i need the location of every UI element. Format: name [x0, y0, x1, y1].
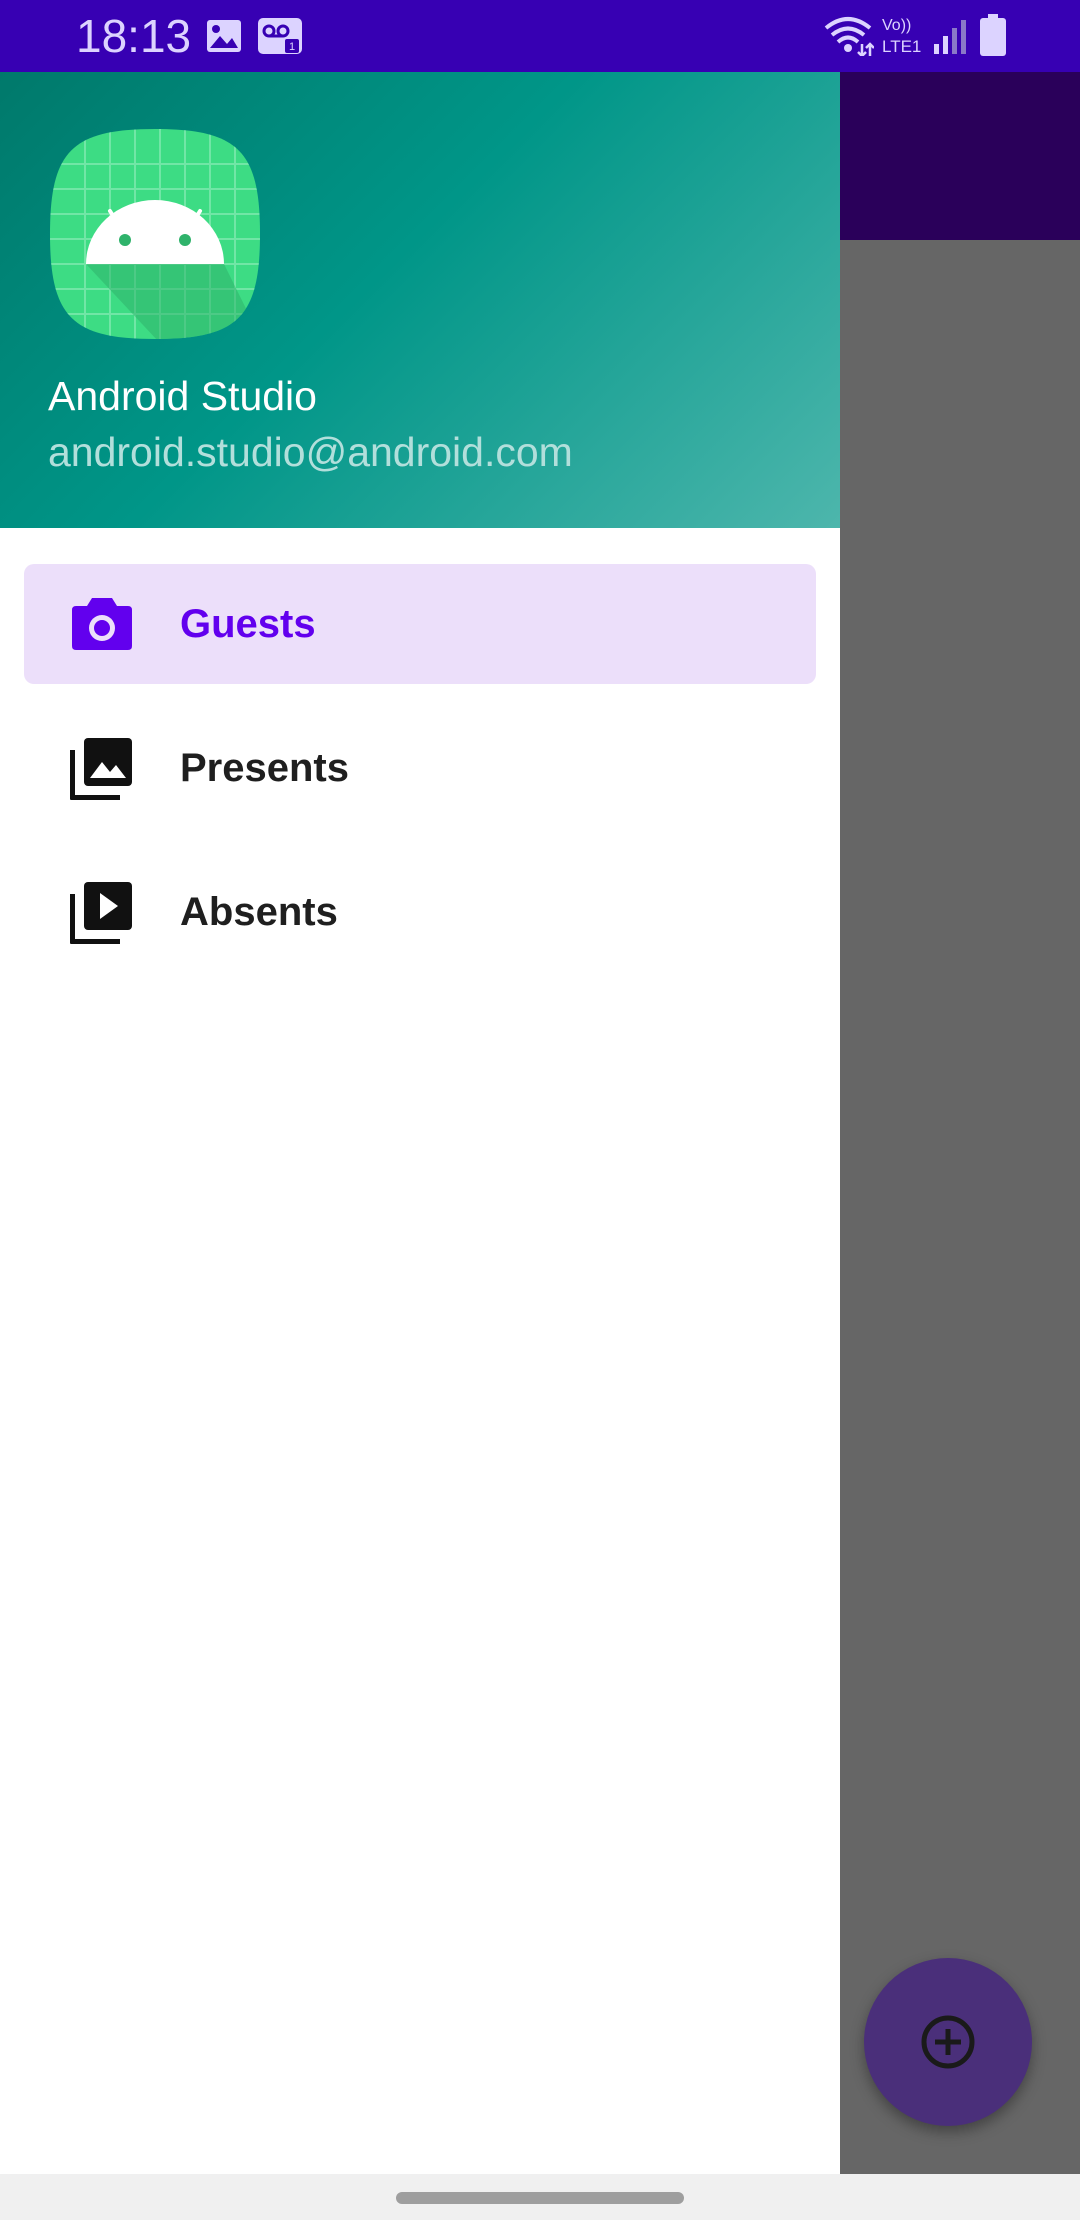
account-email: android.studio@android.com [48, 429, 573, 475]
svg-text:LTE1: LTE1 [882, 37, 921, 56]
menu-item-absents[interactable]: Absents [24, 852, 816, 972]
battery-icon [980, 14, 1006, 56]
account-name: Android Studio [48, 373, 317, 419]
svg-text:Vo)): Vo)) [882, 17, 911, 34]
add-circle-icon [921, 2015, 975, 2069]
drawer-header: Android Studio android.studio@android.co… [0, 72, 840, 528]
camera-icon [72, 598, 132, 650]
wifi-icon [824, 17, 874, 56]
menu-item-presents[interactable]: Presents [24, 708, 816, 828]
home-gesture-handle[interactable] [396, 2192, 684, 2204]
add-fab-button[interactable] [864, 1958, 1032, 2126]
menu-item-guests[interactable]: Guests [24, 564, 816, 684]
status-bar: 18:13 1 Vo)) LTE1 [0, 0, 1080, 72]
volte-icon: Vo)) LTE1 [882, 17, 921, 56]
gesture-nav-bar [0, 2174, 1080, 2220]
menu-label: Guests [180, 602, 316, 646]
svg-text:1: 1 [289, 41, 295, 53]
screen: 18:13 1 Vo)) LTE1 Android Studio android… [0, 0, 1080, 2220]
navigation-drawer: Android Studio android.studio@android.co… [0, 72, 840, 2174]
menu-label: Presents [180, 746, 349, 790]
voicemail-icon: 1 [258, 18, 302, 54]
android-logo-icon [50, 129, 260, 339]
image-icon [207, 20, 241, 52]
signal-icon [934, 20, 966, 54]
status-time: 18:13 [76, 10, 192, 62]
menu-label: Absents [180, 890, 338, 934]
video-library-icon [70, 882, 132, 944]
photo-library-icon [70, 738, 132, 800]
